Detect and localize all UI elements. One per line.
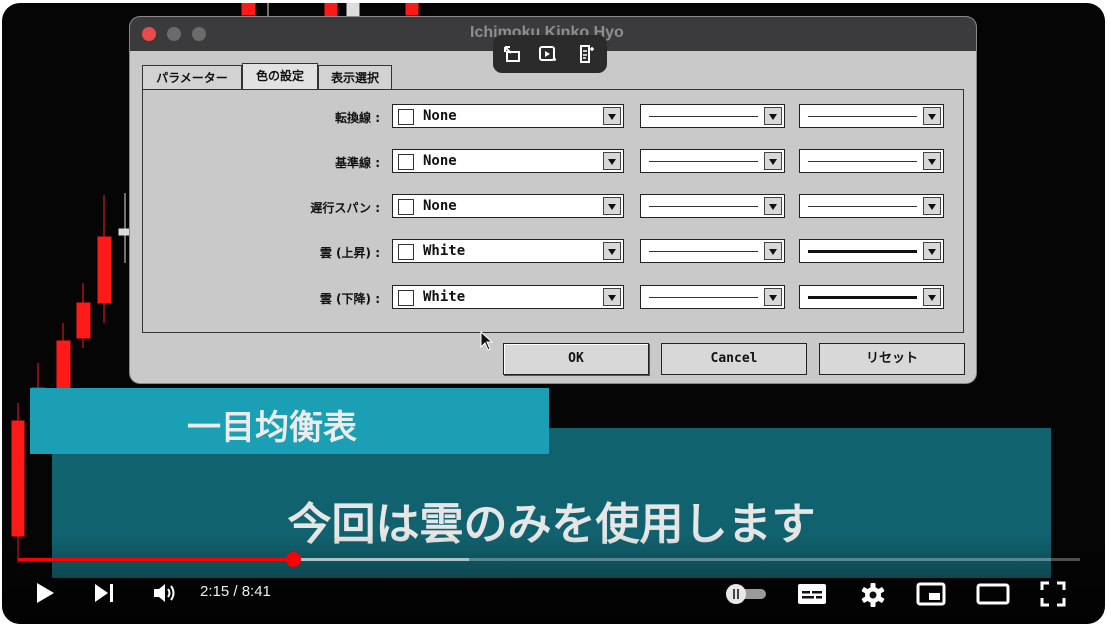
line-width-select-kijun[interactable] bbox=[799, 149, 944, 173]
chevron-down-icon[interactable] bbox=[923, 288, 941, 306]
row-label-cloud-down: 雲 (下降) : bbox=[319, 292, 380, 306]
color-swatch bbox=[398, 154, 414, 170]
miniplayer-icon[interactable] bbox=[916, 582, 946, 606]
chevron-down-icon[interactable] bbox=[603, 152, 621, 170]
line-style-select-tenkan[interactable] bbox=[640, 104, 785, 128]
color-select-cloud-down[interactable]: White bbox=[392, 285, 624, 309]
theater-icon[interactable] bbox=[976, 583, 1010, 605]
chevron-down-icon[interactable] bbox=[603, 107, 621, 125]
line-width-select-cloud-down[interactable] bbox=[799, 285, 944, 309]
progress-played bbox=[18, 558, 295, 561]
clip-icon[interactable] bbox=[538, 44, 558, 64]
chevron-down-icon[interactable] bbox=[764, 242, 782, 260]
line-style-preview bbox=[649, 251, 758, 252]
line-width-preview bbox=[808, 206, 917, 207]
next-icon[interactable] bbox=[93, 583, 117, 603]
tab-display-select[interactable]: 表示選択 bbox=[318, 65, 392, 89]
color-swatch bbox=[398, 290, 414, 306]
line-style-select-cloud-down[interactable] bbox=[640, 285, 785, 309]
line-style-preview bbox=[649, 116, 758, 117]
color-value: None bbox=[423, 108, 457, 124]
line-width-preview bbox=[808, 161, 917, 162]
color-swatch bbox=[398, 109, 414, 125]
row-label-kijun: 基準線 : bbox=[335, 156, 380, 170]
subtitles-icon[interactable] bbox=[797, 583, 827, 605]
color-value: White bbox=[423, 289, 466, 305]
line-style-select-kijun[interactable] bbox=[640, 149, 785, 173]
color-select-cloud-up[interactable]: White bbox=[392, 239, 624, 263]
settings-dialog: Ichimoku Kinko Hyo パラメーター 色の設定 表示選択 転換線 … bbox=[130, 17, 976, 383]
line-style-select-chikou[interactable] bbox=[640, 194, 785, 218]
chevron-down-icon[interactable] bbox=[923, 242, 941, 260]
line-width-select-chikou[interactable] bbox=[799, 194, 944, 218]
minimize-window-button[interactable] bbox=[167, 27, 181, 41]
row-label-tenkan: 転換線 : bbox=[335, 111, 380, 125]
autoplay-toggle-icon[interactable] bbox=[724, 583, 768, 605]
color-select-chikou[interactable]: None bbox=[392, 194, 624, 218]
maximize-window-button[interactable] bbox=[192, 27, 206, 41]
video-action-overlay bbox=[493, 35, 607, 73]
settings-icon[interactable] bbox=[860, 582, 886, 608]
color-select-tenkan[interactable]: None bbox=[392, 104, 624, 128]
close-window-button[interactable] bbox=[142, 27, 156, 41]
color-select-kijun[interactable]: None bbox=[392, 149, 624, 173]
mouse-cursor-icon bbox=[480, 331, 494, 351]
color-value: White bbox=[423, 243, 466, 259]
queue-icon[interactable] bbox=[502, 44, 522, 64]
fullscreen-icon[interactable] bbox=[1040, 581, 1066, 607]
color-swatch bbox=[398, 244, 414, 260]
reset-button[interactable]: リセット bbox=[819, 343, 965, 375]
row-label-cloud-up: 雲 (上昇) : bbox=[319, 246, 380, 260]
color-swatch bbox=[398, 199, 414, 215]
notes-icon[interactable] bbox=[577, 44, 597, 64]
volume-icon[interactable] bbox=[152, 581, 178, 605]
chevron-down-icon[interactable] bbox=[764, 197, 782, 215]
tab-color-settings[interactable]: 色の設定 bbox=[242, 63, 318, 89]
line-width-preview bbox=[808, 250, 917, 253]
line-style-preview bbox=[649, 161, 758, 162]
line-width-select-cloud-up[interactable] bbox=[799, 239, 944, 263]
line-style-select-cloud-up[interactable] bbox=[640, 239, 785, 263]
video-player[interactable]: Ichimoku Kinko Hyo パラメーター 色の設定 表示選択 転換線 … bbox=[2, 3, 1105, 624]
color-value: None bbox=[423, 153, 457, 169]
caption-title: 一目均衡表 bbox=[30, 388, 549, 454]
line-width-preview bbox=[808, 296, 917, 299]
chevron-down-icon[interactable] bbox=[603, 197, 621, 215]
play-icon[interactable] bbox=[34, 581, 56, 605]
line-width-select-tenkan[interactable] bbox=[799, 104, 944, 128]
chevron-down-icon[interactable] bbox=[764, 107, 782, 125]
ok-button[interactable]: OK bbox=[503, 343, 649, 375]
chevron-down-icon[interactable] bbox=[764, 288, 782, 306]
line-style-preview bbox=[649, 206, 758, 207]
chevron-down-icon[interactable] bbox=[603, 288, 621, 306]
row-label-chikou: 遅行スパン : bbox=[310, 201, 380, 215]
controls-gradient bbox=[2, 534, 1105, 624]
caption-title-text: 一目均衡表 bbox=[187, 408, 357, 448]
color-value: None bbox=[423, 198, 457, 214]
chevron-down-icon[interactable] bbox=[923, 197, 941, 215]
line-style-preview bbox=[649, 297, 758, 298]
cancel-button[interactable]: Cancel bbox=[661, 343, 807, 375]
time-display: 2:15 / 8:41 bbox=[200, 583, 271, 600]
chevron-down-icon[interactable] bbox=[764, 152, 782, 170]
line-width-preview bbox=[808, 116, 917, 117]
chevron-down-icon[interactable] bbox=[603, 242, 621, 260]
chevron-down-icon[interactable] bbox=[923, 107, 941, 125]
chevron-down-icon[interactable] bbox=[923, 152, 941, 170]
tab-parameters[interactable]: パラメーター bbox=[142, 65, 242, 89]
